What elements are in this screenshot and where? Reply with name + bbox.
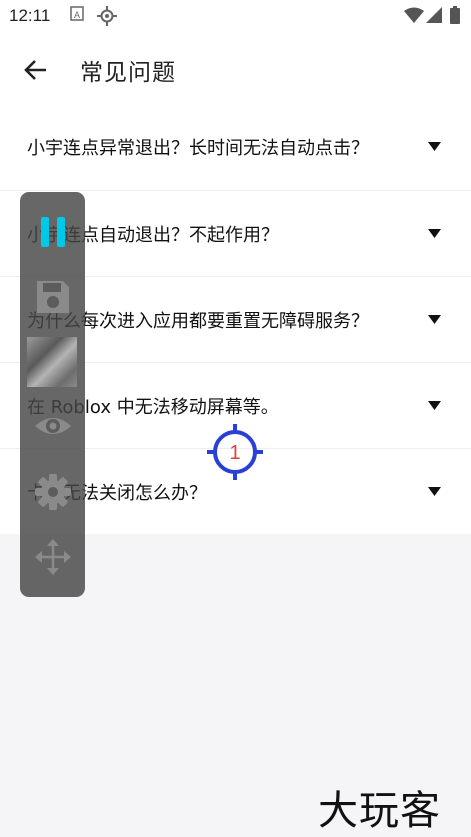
status-bar: 12:11 A <box>0 0 471 34</box>
triangle-down-icon <box>428 142 441 151</box>
visibility-button[interactable] <box>34 407 72 445</box>
floating-control-panel[interactable] <box>20 192 85 597</box>
svg-text:A: A <box>74 10 80 20</box>
triangle-down-icon <box>428 487 441 496</box>
save-button[interactable] <box>34 278 72 316</box>
watermark: 大玩客 <box>318 788 441 834</box>
target-number: 1 <box>229 442 240 464</box>
triangle-down-icon <box>428 229 441 238</box>
faq-question: 小宇连点异常退出？长时间无法自动点击？ <box>27 138 369 159</box>
settings-button[interactable] <box>34 473 72 511</box>
faq-item[interactable]: 小宇连点异常退出？长时间无法自动点击？ <box>0 104 471 190</box>
pause-button[interactable] <box>34 214 72 252</box>
status-time: 12:11 <box>9 6 51 25</box>
click-target[interactable]: 1 <box>207 424 263 480</box>
wifi-icon <box>404 7 424 27</box>
triangle-down-icon <box>428 401 441 410</box>
eye-icon <box>35 418 71 434</box>
back-button[interactable] <box>20 54 52 86</box>
arrow-left-icon <box>24 60 46 80</box>
triangle-down-icon <box>428 315 441 324</box>
page-title: 常见问题 <box>80 60 176 86</box>
thumbnail <box>27 337 77 387</box>
battery-icon <box>450 6 460 28</box>
move-icon <box>35 539 71 575</box>
gps-icon <box>97 6 117 30</box>
app-bar: 常见问题 <box>0 34 471 104</box>
pause-icon <box>41 217 65 247</box>
move-handle[interactable] <box>34 538 72 576</box>
keyboard-a-icon: A <box>70 6 84 26</box>
signal-icon <box>426 7 442 27</box>
gear-icon <box>35 474 71 510</box>
crosshair-icon: 1 <box>207 424 263 480</box>
save-icon <box>37 281 69 313</box>
